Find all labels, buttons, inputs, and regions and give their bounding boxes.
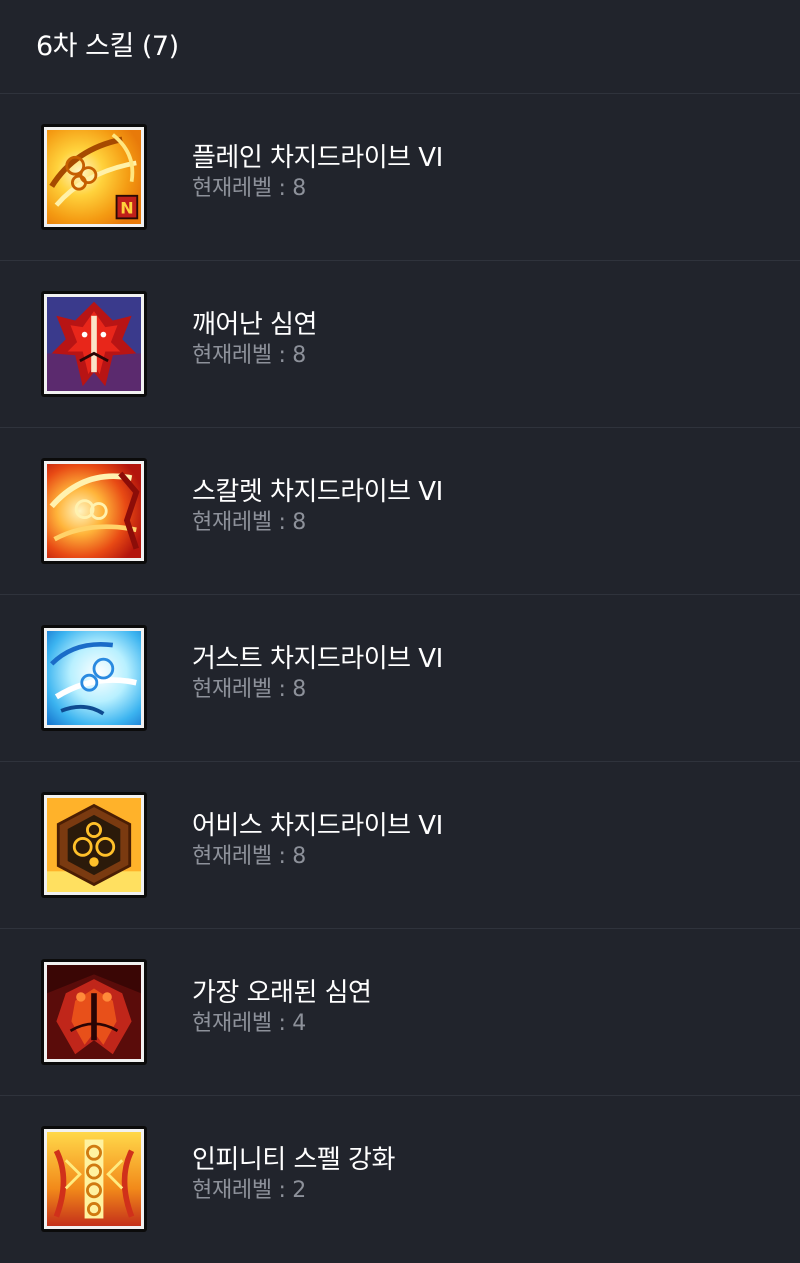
skill-row-infinity-spell[interactable]: 인피니티 스펠 강화 현재레벨 : 2: [0, 1096, 800, 1263]
skill-list: N 플레인 차지드라이브 VI 현재레벨 : 8 깨어난 심연 현재레벨: 8…: [0, 94, 800, 1263]
gust-chargedrive-icon: [41, 625, 147, 731]
skill-name: 인피니티 스펠 강화: [192, 1145, 395, 1175]
skill-level: 현재레벨 : 8: [192, 343, 306, 368]
skill-level: 현재레벨 : 2: [192, 1178, 306, 1203]
abyss-chargedrive-icon: [41, 792, 147, 898]
infinity-spell-icon: [41, 1126, 147, 1232]
skill-level: 현재레벨 : 8: [192, 844, 306, 869]
skill-name: 가장 오래된 심연: [192, 978, 372, 1008]
section-header: 6차 스킬 (7): [0, 0, 800, 94]
section-title: 6차 스킬 (7): [36, 31, 179, 62]
skill-level: 현재레벨 : 8: [192, 176, 306, 201]
skill-name: 깨어난 심연: [192, 310, 317, 340]
skill-row-abyss-chargedrive[interactable]: 어비스 차지드라이브 VI 현재레벨 : 8: [0, 762, 800, 929]
skill-row-scarlet-chargedrive[interactable]: 스칼렛 차지드라이브 VI 현재레벨 : 8: [0, 428, 800, 595]
skill-level: 현재레벨 : 4: [192, 1011, 306, 1036]
skill-level: 현재레벨 : 8: [192, 510, 306, 535]
skill-row-awakened-abyss[interactable]: 깨어난 심연 현재레벨 : 8: [0, 261, 800, 428]
skill-level: 현재레벨 : 8: [192, 677, 306, 702]
skill-row-plain-chargedrive[interactable]: N 플레인 차지드라이브 VI 현재레벨 : 8: [0, 94, 800, 261]
skill-name: 거스트 차지드라이브 VI: [192, 644, 443, 674]
plain-chargedrive-icon: N: [41, 124, 147, 230]
skill-row-gust-chargedrive[interactable]: 거스트 차지드라이브 VI 현재레벨 : 8: [0, 595, 800, 762]
skill-name: 스칼렛 차지드라이브 VI: [192, 477, 443, 507]
awakened-abyss-icon: [41, 291, 147, 397]
skill-row-oldest-abyss[interactable]: 가장 오래된 심연 현재레벨 : 4: [0, 929, 800, 1096]
skill-name: 어비스 차지드라이브 VI: [192, 811, 443, 841]
scarlet-chargedrive-icon: [41, 458, 147, 564]
oldest-abyss-icon: [41, 959, 147, 1065]
new-badge: N: [120, 199, 133, 218]
skill-name: 플레인 차지드라이브 VI: [192, 143, 443, 173]
